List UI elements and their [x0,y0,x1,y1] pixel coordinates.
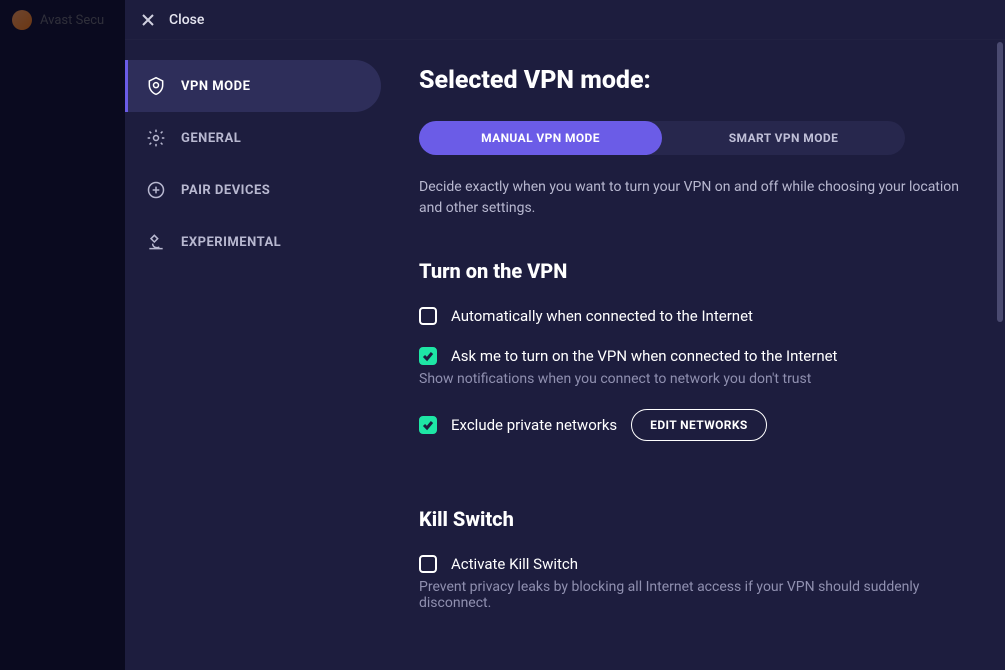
panel-header: Close [125,0,1005,40]
vpn-mode-toggle: MANUAL VPN MODE SMART VPN MODE [419,121,905,155]
option-kill-switch: Activate Kill Switch Prevent privacy lea… [419,555,965,611]
checkbox-auto-connect[interactable] [419,307,437,325]
sidebar-item-pair-devices[interactable]: PAIR DEVICES [125,164,381,216]
section-heading-kill-switch: Kill Switch [419,507,965,531]
sidebar-item-label: GENERAL [181,131,241,146]
settings-content: Selected VPN mode: MANUAL VPN MODE SMART… [393,40,1005,670]
sidebar-item-vpn-mode[interactable]: VPN MODE [125,60,381,112]
microscope-icon [145,231,167,253]
page-title: Selected VPN mode: [419,66,965,95]
sidebar-item-experimental[interactable]: EXPERIMENTAL [125,216,381,268]
smart-mode-toggle[interactable]: SMART VPN MODE [662,121,905,155]
checkbox-kill-switch[interactable] [419,555,437,573]
checkbox-ask-connect[interactable] [419,347,437,365]
sidebar-item-label: VPN MODE [181,79,250,94]
edit-networks-button[interactable]: EDIT NETWORKS [631,409,767,441]
sidebar-item-general[interactable]: GENERAL [125,112,381,164]
scrollbar-thumb[interactable] [997,42,1003,322]
option-sublabel: Prevent privacy leaks by blocking all In… [419,579,965,611]
plus-circle-icon [145,179,167,201]
option-ask-connect: Ask me to turn on the VPN when connected… [419,347,965,387]
option-label: Ask me to turn on the VPN when connected… [451,347,837,365]
mode-description: Decide exactly when you want to turn you… [419,177,965,219]
avast-logo-icon [12,10,32,30]
close-icon[interactable] [141,13,155,27]
settings-sidebar: VPN MODE GENERAL PAIR DEVICES EXPERIMENT… [125,40,393,670]
option-label: Exclude private networks [451,416,617,434]
option-auto-connect: Automatically when connected to the Inte… [419,307,965,325]
option-sublabel: Show notifications when you connect to n… [419,371,965,387]
option-exclude-private: Exclude private networks EDIT NETWORKS [419,409,965,441]
close-button[interactable]: Close [169,12,204,28]
shield-icon [145,75,167,97]
background-title-text: Avast Secu [40,13,104,28]
background-app-title: Avast Secu [0,0,130,40]
settings-panel: Close VPN MODE GENERAL PAIR DEVICES [125,0,1005,670]
manual-mode-toggle[interactable]: MANUAL VPN MODE [419,121,662,155]
gear-icon [145,127,167,149]
panel-body: VPN MODE GENERAL PAIR DEVICES EXPERIMENT… [125,40,1005,670]
checkbox-exclude-private[interactable] [419,416,437,434]
sidebar-item-label: PAIR DEVICES [181,183,270,198]
option-label: Automatically when connected to the Inte… [451,307,753,325]
option-label: Activate Kill Switch [451,555,578,573]
sidebar-item-label: EXPERIMENTAL [181,235,281,250]
section-heading-turn-on: Turn on the VPN [419,259,965,283]
